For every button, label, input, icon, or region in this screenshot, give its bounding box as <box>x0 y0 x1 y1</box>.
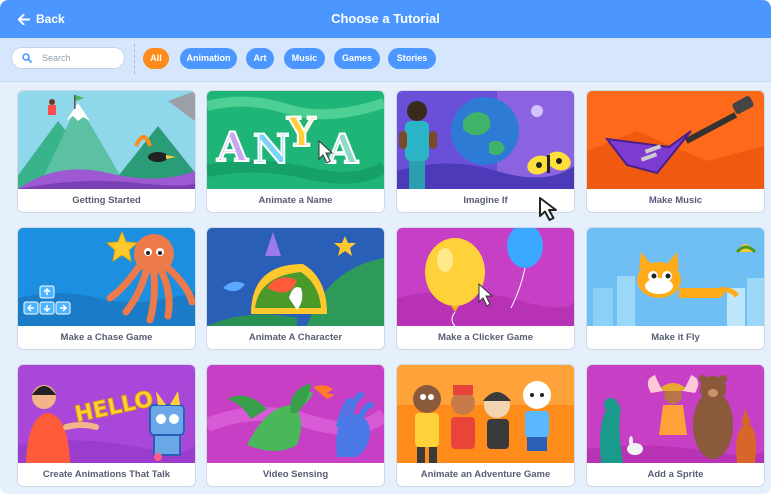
tutorial-card-make-a-chase-game[interactable]: Make a Chase Game <box>17 227 196 350</box>
tutorial-title: Add a Sprite <box>647 469 704 480</box>
back-label: Back <box>36 12 65 26</box>
modal-header: Back Choose a Tutorial <box>0 0 771 38</box>
tutorial-card-imagine-if[interactable]: Imagine If <box>396 90 575 213</box>
search-box <box>11 47 125 69</box>
tutorial-grid: Getting Started A N Y A Animate a Name I… <box>0 82 771 494</box>
thumbnail-getting-started <box>18 91 195 189</box>
tutorial-title: Animate an Adventure Game <box>420 469 551 480</box>
tutorial-title: Animate A Character <box>248 332 343 343</box>
modal-title: Choose a Tutorial <box>331 11 440 26</box>
tutorial-title: Make a Clicker Game <box>437 332 534 343</box>
art-letter: Y <box>286 109 316 156</box>
thumbnail-animate-a-name: A N Y A <box>207 91 384 189</box>
tag-stories[interactable]: Stories <box>388 48 436 69</box>
tutorial-title: Getting Started <box>72 195 141 206</box>
thumbnail-imagine-if <box>397 91 574 189</box>
tutorial-title: Make Music <box>648 195 703 206</box>
tutorial-title: Animate a Name <box>258 195 333 206</box>
tutorial-card-animate-a-name[interactable]: A N Y A Animate a Name <box>206 90 385 213</box>
thumbnail-make-a-clicker-game <box>397 228 574 326</box>
thumbnail-animate-an-adventure-game <box>397 365 574 463</box>
tutorial-card-make-a-clicker-game[interactable]: Make a Clicker Game <box>396 227 575 350</box>
tutorial-card-add-a-sprite[interactable]: Add a Sprite <box>586 364 765 487</box>
search-input[interactable] <box>42 53 112 63</box>
tutorial-card-video-sensing[interactable]: Video Sensing <box>206 364 385 487</box>
art-letter: A <box>326 126 359 173</box>
tag-art[interactable]: Art <box>246 48 274 69</box>
search-icon <box>22 53 32 63</box>
tutorial-title: Create Animations That Talk <box>42 469 171 480</box>
tutorial-card-animate-a-character[interactable]: Animate A Character <box>206 227 385 350</box>
art-letter: N <box>253 126 290 173</box>
back-button[interactable]: Back <box>18 0 65 38</box>
thumbnail-create-animations-that-talk: HELLO <box>18 365 195 463</box>
filter-bar: All Animation Art Music Games Stories <box>0 38 771 82</box>
tutorial-title: Imagine If <box>463 195 508 206</box>
tutorial-title: Make a Chase Game <box>60 332 153 343</box>
tutorial-card-create-animations-that-talk[interactable]: HELLO Create Animations That Talk <box>17 364 196 487</box>
tag-games[interactable]: Games <box>334 48 380 69</box>
tutorial-card-make-music[interactable]: Make Music <box>586 90 765 213</box>
tag-music[interactable]: Music <box>284 48 325 69</box>
tag-all[interactable]: All <box>143 48 169 69</box>
thumbnail-make-a-chase-game <box>18 228 195 326</box>
filter-divider <box>134 44 135 74</box>
thumbnail-make-music <box>587 91 764 189</box>
thumbnail-make-it-fly <box>587 228 764 326</box>
thumbnail-animate-a-character <box>207 228 384 326</box>
tutorial-card-getting-started[interactable]: Getting Started <box>17 90 196 213</box>
art-letter: A <box>216 124 249 171</box>
tag-animation[interactable]: Animation <box>180 48 237 69</box>
tutorial-card-make-it-fly[interactable]: Make it Fly <box>586 227 765 350</box>
tutorial-library-modal: Back Choose a Tutorial All Animation Art… <box>0 0 771 494</box>
tutorial-title: Video Sensing <box>262 469 329 480</box>
tutorial-title: Make it Fly <box>651 332 700 343</box>
tutorial-card-animate-an-adventure-game[interactable]: Animate an Adventure Game <box>396 364 575 487</box>
thumbnail-add-a-sprite <box>587 365 764 463</box>
arrow-left-icon <box>18 13 30 25</box>
thumbnail-video-sensing <box>207 365 384 463</box>
